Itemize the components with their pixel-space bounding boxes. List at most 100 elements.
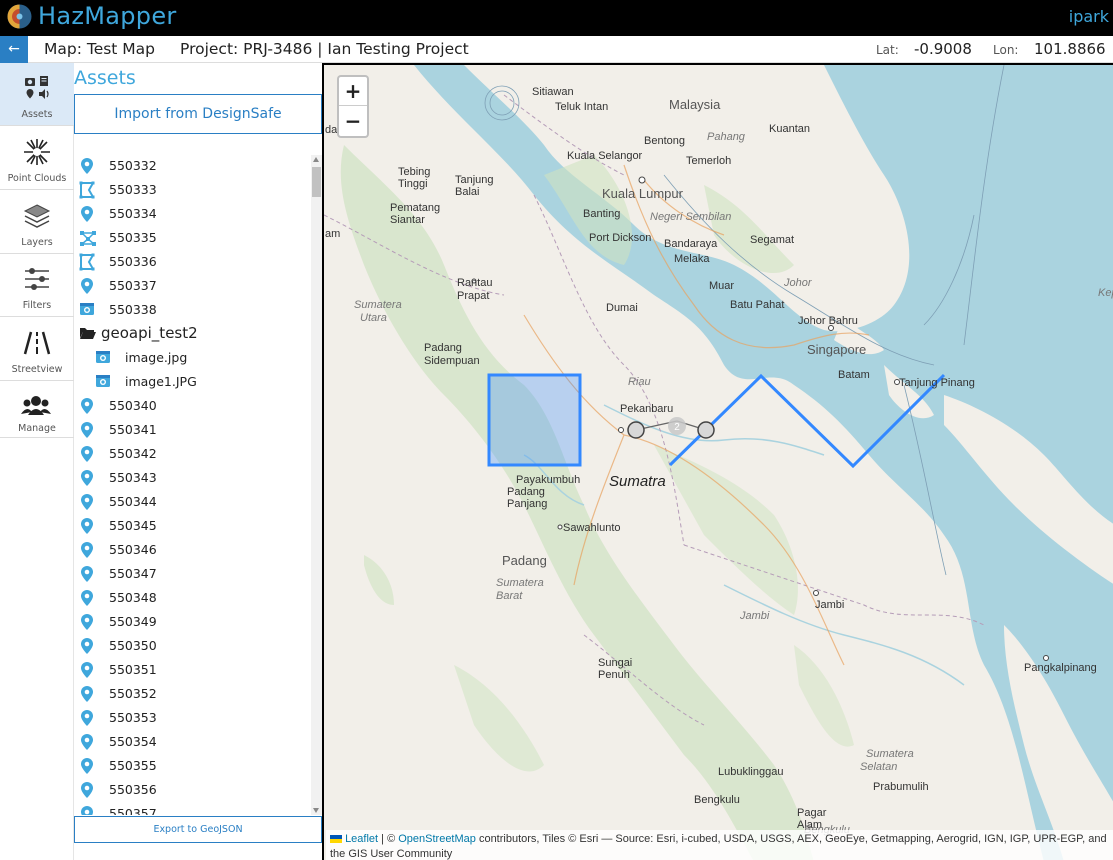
app-name[interactable]: HazMapper [38, 2, 177, 30]
map-place-label: am [325, 228, 341, 240]
map-place-label: Pematang [390, 202, 441, 214]
hazmapper-logo-icon[interactable] [6, 3, 33, 30]
nav-filters[interactable]: Filters [0, 254, 74, 317]
export-to-geojson-button[interactable]: Export to GeoJSON [74, 816, 322, 843]
back-button[interactable]: ← [0, 36, 28, 63]
asset-row[interactable]: 550348 [74, 587, 310, 611]
map-place-label: Sumatera [496, 577, 544, 589]
zoom-in-button[interactable]: + [339, 77, 367, 106]
asset-label: 550335 [109, 230, 157, 245]
nav-streetview[interactable]: Streetview [0, 318, 74, 381]
map-header-bar: ← Map: Test Map Project: PRJ-3486 | Ian … [0, 36, 1113, 63]
point-marker[interactable] [627, 421, 645, 439]
basemap[interactable]: 2 [324, 65, 1113, 860]
map-place-label: Barat [496, 590, 523, 602]
map-marker-icon [79, 445, 95, 463]
nav-assets[interactable]: Assets [0, 63, 74, 126]
zoom-control: + − [337, 75, 369, 138]
asset-row[interactable]: 550346 [74, 539, 310, 563]
asset-row[interactable]: 550338 [74, 299, 310, 323]
map-place-label: Sumatera [866, 748, 914, 760]
scroll-down-arrow-icon[interactable] [313, 808, 319, 813]
point-marker[interactable] [697, 421, 715, 439]
asset-row[interactable]: image1.JPG [74, 371, 310, 395]
asset-row[interactable]: 550352 [74, 683, 310, 707]
nav-label: Point Clouds [7, 173, 67, 184]
map-place-label: Tanjung Pinang [899, 377, 975, 389]
polygon-feature[interactable] [487, 373, 582, 467]
asset-label: 550357 [109, 806, 157, 815]
asset-label: 550346 [109, 542, 157, 557]
map-place-label: Pekanbaru [620, 403, 674, 415]
asset-label: 550334 [109, 206, 157, 221]
zoom-out-button[interactable]: − [339, 107, 367, 136]
asset-label: 550340 [109, 398, 157, 413]
scroll-up-arrow-icon[interactable] [313, 157, 319, 162]
asset-row[interactable]: 550335 [74, 227, 310, 251]
map-marker-icon [79, 277, 95, 295]
map-marker-icon [79, 589, 95, 607]
map-place-label: Sumatera [354, 299, 402, 311]
asset-list-scrollbar[interactable] [311, 155, 322, 815]
map-marker-icon [79, 709, 95, 727]
map-place-label: Kuantan [769, 123, 810, 135]
asset-row[interactable]: 550341 [74, 419, 310, 443]
cluster-count: 2 [674, 422, 680, 433]
map-place-label: Port Dickson [589, 232, 652, 244]
folder-open-icon [79, 325, 96, 343]
asset-label: image1.JPG [125, 374, 197, 389]
asset-row[interactable]: 550350 [74, 635, 310, 659]
map-place-label: Tanjung [455, 174, 494, 186]
map-place-label: Bengkulu [694, 794, 740, 806]
scroll-thumb[interactable] [312, 167, 321, 197]
asset-row[interactable]: 550347 [74, 563, 310, 587]
asset-label: 550347 [109, 566, 157, 581]
asset-row[interactable]: 550340 [74, 395, 310, 419]
nav-point-clouds[interactable]: Point Clouds [0, 127, 74, 190]
asset-row[interactable]: 550345 [74, 515, 310, 539]
asset-row[interactable]: 550336 [74, 251, 310, 275]
nav-manage[interactable]: Manage [0, 382, 74, 438]
nav-label: Manage [18, 423, 56, 434]
asset-row[interactable]: 550356 [74, 779, 310, 803]
image-icon [95, 373, 111, 391]
map-place-label: Johor [784, 277, 812, 289]
import-from-designsafe-button[interactable]: Import from DesignSafe [74, 94, 322, 134]
map-place-label: Sumatra [609, 473, 666, 490]
asset-row[interactable]: 550332 [74, 155, 310, 179]
asset-row[interactable]: 550353 [74, 707, 310, 731]
map-place-label: Sawahlunto [563, 522, 621, 534]
asset-row[interactable]: 550357 [74, 803, 310, 815]
map-marker-icon [79, 781, 95, 799]
asset-row[interactable]: 550343 [74, 467, 310, 491]
asset-row[interactable]: 550354 [74, 731, 310, 755]
map-place-label: Siantar [390, 214, 425, 226]
asset-row[interactable]: 550355 [74, 755, 310, 779]
map-place-label: Pahang [707, 131, 745, 143]
asset-row[interactable]: 550337 [74, 275, 310, 299]
nav-layers[interactable]: Layers [0, 191, 74, 254]
asset-row[interactable]: 550342 [74, 443, 310, 467]
asset-row[interactable]: 550333 [74, 179, 310, 203]
asset-label: 550352 [109, 686, 157, 701]
asset-row[interactable]: 550351 [74, 659, 310, 683]
asset-row[interactable]: image.jpg [74, 347, 310, 371]
user-menu[interactable]: ipark [1069, 7, 1109, 26]
asset-row[interactable]: 550349 [74, 611, 310, 635]
asset-label: 550336 [109, 254, 157, 269]
asset-row[interactable]: 550334 [74, 203, 310, 227]
leaflet-link[interactable]: Leaflet [345, 833, 378, 845]
map-view[interactable]: 2 Malaysia Sitiawan Teluk Intan Bentong Paha… [322, 63, 1113, 860]
asset-list: 550332 550333 550334 550335 550336 550337 5503… [74, 155, 310, 815]
map-place-label: Kuala Lumpur [602, 186, 683, 201]
asset-row[interactable]: 550344 [74, 491, 310, 515]
map-place-label: Jambi [740, 610, 770, 622]
top-bar: HazMapper ipark [0, 0, 1113, 36]
map-marker-icon [79, 637, 95, 655]
lon-value: 101.8866 [1034, 40, 1106, 58]
osm-link[interactable]: OpenStreetMap [398, 833, 476, 845]
map-place-label: Segamat [750, 234, 795, 246]
folder-row[interactable]: geoapi_test2 [74, 323, 310, 347]
map-marker-icon [79, 517, 95, 535]
map-place-label: Dumai [606, 302, 638, 314]
